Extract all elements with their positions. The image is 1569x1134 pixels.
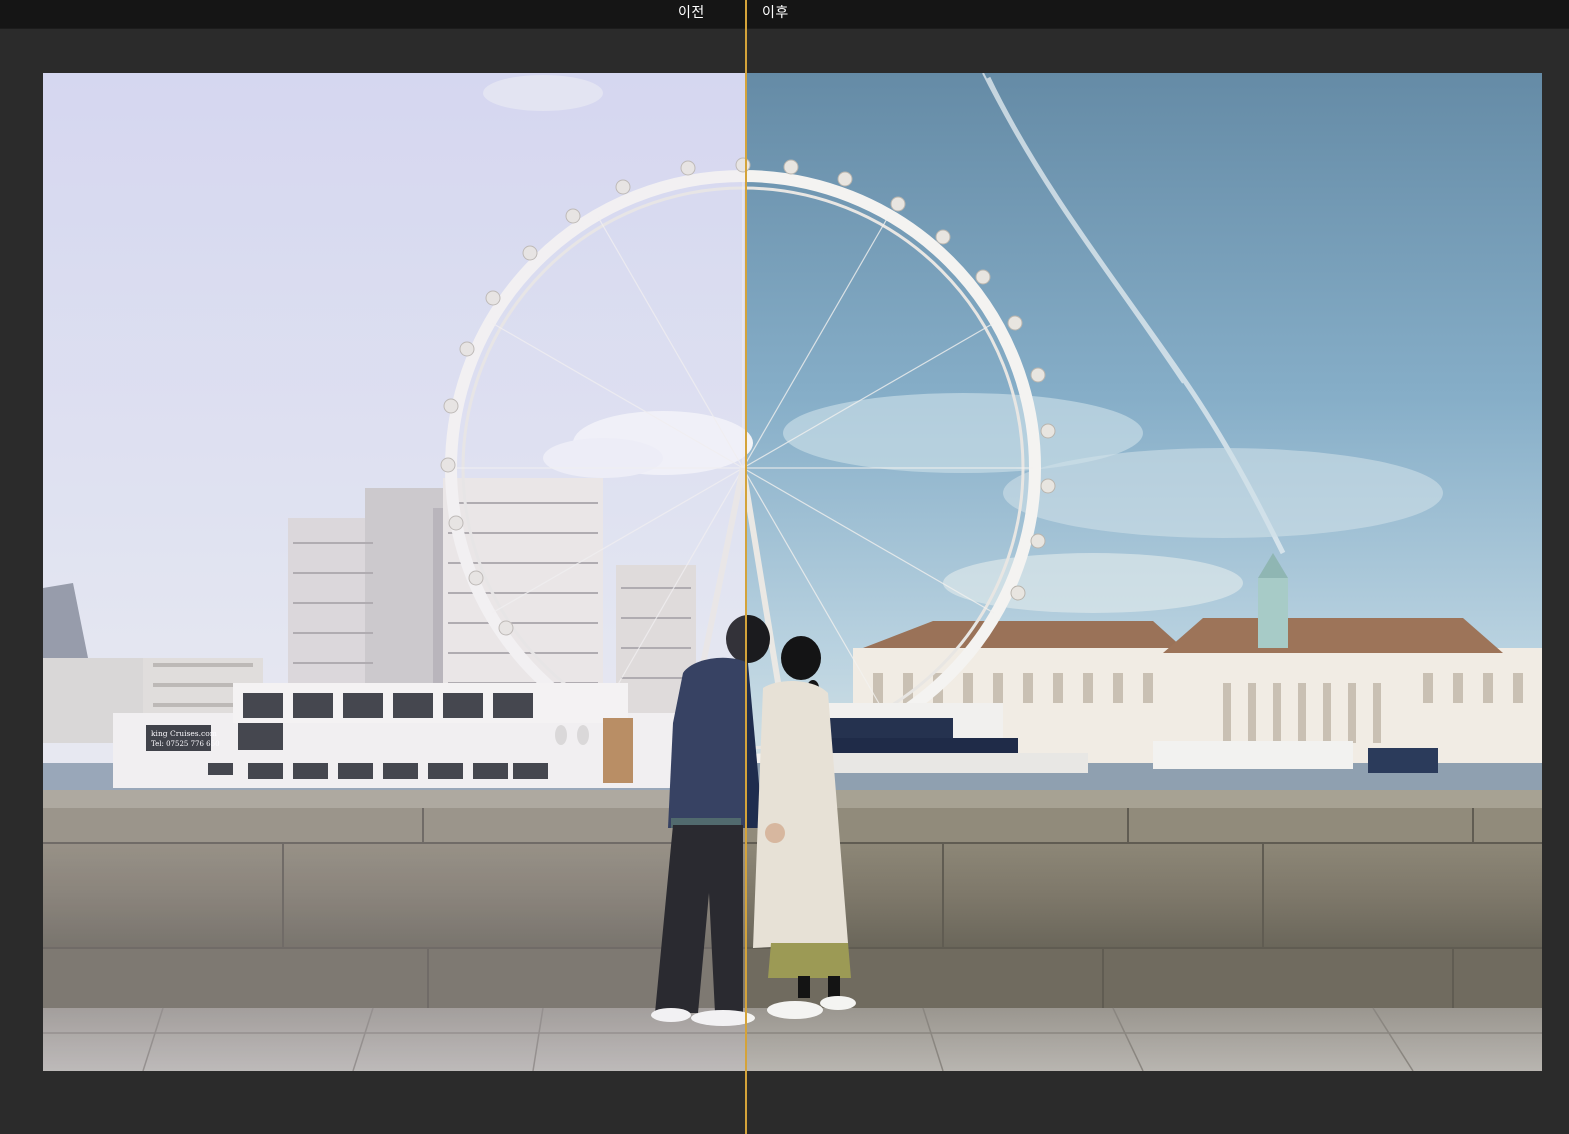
photo-viewer: king Cruises.com Tel: 07525 776 650 (43, 73, 1542, 1071)
before-label: 이전 (678, 5, 705, 21)
after-label: 이후 (762, 5, 789, 21)
before-after-compare-view: 이전 이후 king Cruises.com Tel: 07525 776 65… (0, 0, 1569, 1134)
comparison-photo: king Cruises.com Tel: 07525 776 650 (43, 73, 1542, 1071)
before-tint (43, 73, 746, 1071)
compare-header-bar: 이전 이후 (0, 0, 1569, 29)
compare-split-handle[interactable] (745, 0, 747, 1134)
